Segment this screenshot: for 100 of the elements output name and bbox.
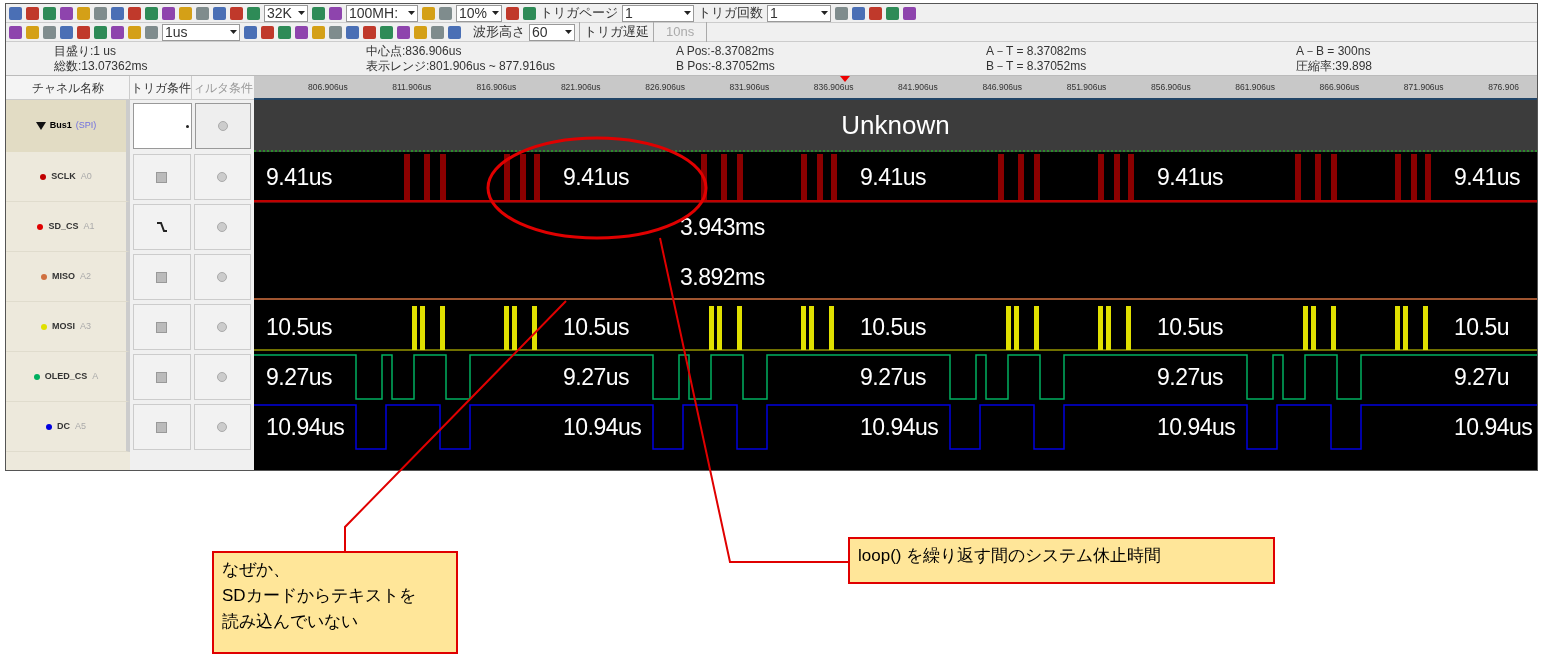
filter-cell[interactable]: [193, 304, 251, 350]
dropdown[interactable]: 100MH:: [346, 4, 418, 22]
trigger-delay-label: トリガ遅延: [579, 22, 649, 42]
filter-cell[interactable]: [193, 154, 251, 200]
toolbar-icon[interactable]: [9, 6, 22, 20]
dropdown[interactable]: 1: [622, 4, 694, 22]
dropdown[interactable]: 32K: [264, 4, 308, 22]
ruler-tick-label: 821.906us: [560, 81, 602, 95]
toolbar-icon[interactable]: [869, 6, 882, 20]
dropdown[interactable]: 10%: [456, 4, 502, 22]
toolbar-icon[interactable]: [94, 6, 107, 20]
measurement-label: 10.5us: [266, 312, 334, 342]
measurement-label: 9.27us: [1157, 362, 1225, 392]
measurement-label: 9.27us: [860, 362, 928, 392]
filter-cell[interactable]: [193, 404, 251, 450]
toolbar-icon[interactable]: [506, 6, 519, 20]
toolbar-label: トリガページ: [540, 4, 618, 23]
dropdown[interactable]: 1: [767, 4, 831, 22]
column-header: トリガ条件: [130, 76, 192, 99]
toolbar-icon[interactable]: [363, 25, 376, 39]
bus-decode-text: Unknown: [841, 108, 950, 142]
toolbar-icon[interactable]: [903, 6, 916, 20]
expand-triangle-icon[interactable]: [35, 121, 46, 131]
toolbar-icon[interactable]: [162, 6, 175, 20]
marker-triangle-icon[interactable]: [840, 76, 850, 82]
toolbar-icon[interactable]: [247, 6, 260, 20]
toolbar-icon[interactable]: [380, 25, 393, 39]
any-level-icon[interactable]: [156, 321, 168, 333]
ruler-tick-label: 866.906us: [1319, 81, 1361, 95]
filter-dropdown[interactable]: [194, 103, 251, 149]
measurement-label: 9.41us: [563, 162, 631, 192]
measurement-label: 10.94us: [266, 412, 346, 442]
info-text: 表示レンジ:801.906us ~ 877.916us: [366, 58, 557, 74]
falling-edge-icon[interactable]: [155, 221, 168, 233]
toolbar-icon[interactable]: [213, 6, 226, 20]
toolbar-icon[interactable]: [852, 6, 865, 20]
toolbar-icon[interactable]: [43, 6, 56, 20]
filter-icon: [217, 172, 228, 182]
toolbar-icon[interactable]: [128, 6, 141, 20]
toolbar-icon[interactable]: [60, 6, 73, 20]
dropdown[interactable]: 1us: [162, 23, 240, 41]
trigger-cell[interactable]: [133, 204, 191, 250]
channel-name: SD_CS: [48, 219, 79, 233]
toolbar-icon[interactable]: [439, 6, 452, 20]
toolbar-icon[interactable]: [261, 25, 274, 39]
measurement-label: 9.41us: [1157, 162, 1225, 192]
trigger-cell[interactable]: [133, 154, 191, 200]
any-level-icon[interactable]: [156, 421, 168, 433]
any-level-icon[interactable]: [156, 171, 168, 183]
filter-cell[interactable]: [193, 354, 251, 400]
channel-name: SCLK: [51, 169, 76, 183]
measurement-label: 10.5us: [563, 312, 631, 342]
info-text: 中心点:836.906us: [366, 43, 463, 59]
toolbar-icon[interactable]: [26, 6, 39, 20]
toolbar-icon[interactable]: [196, 6, 209, 20]
toolbar-icon[interactable]: [77, 25, 90, 39]
toolbar-icon[interactable]: [145, 6, 158, 20]
toolbar-icon[interactable]: [523, 6, 536, 20]
info-text: A Pos:-8.37082ms: [676, 43, 776, 59]
trigger-cell[interactable]: [133, 254, 191, 300]
trigger-cell[interactable]: [133, 354, 191, 400]
toolbar-icon[interactable]: [111, 25, 124, 39]
ruler-tick-label: 871.906us: [1403, 81, 1445, 95]
measurement-label: 10.5u: [1454, 312, 1510, 342]
caret-icon: [565, 30, 572, 34]
dropdown[interactable]: 60: [529, 23, 575, 41]
toolbar-icon[interactable]: [329, 6, 342, 20]
toolbar-icon[interactable]: [886, 6, 899, 20]
toolbar-icon[interactable]: [43, 25, 56, 39]
bus-label[interactable]: Bus1 (SPI): [6, 100, 130, 152]
toolbar-icon[interactable]: [244, 25, 257, 39]
caret-icon: [821, 11, 828, 15]
measurement-label: 10.94us: [563, 412, 643, 442]
any-level-icon[interactable]: [156, 271, 168, 283]
trigger-cell[interactable]: [133, 304, 191, 350]
toolbar-icon[interactable]: [346, 25, 359, 39]
any-level-icon[interactable]: [156, 371, 168, 383]
filter-cell[interactable]: [193, 254, 251, 300]
toolbar-icon[interactable]: [312, 6, 325, 20]
toolbar-icon[interactable]: [431, 25, 444, 39]
toolbar-icon[interactable]: [835, 6, 848, 20]
filter-cell[interactable]: [193, 204, 251, 250]
toolbar-icon[interactable]: [278, 25, 291, 39]
trigger-cell[interactable]: [133, 404, 191, 450]
toolbar-icon[interactable]: [60, 25, 73, 39]
toolbar-icon[interactable]: [448, 25, 461, 39]
toolbar-icon[interactable]: [230, 6, 243, 20]
caret-icon: [230, 30, 237, 34]
toolbar-icon[interactable]: [111, 6, 124, 20]
trigger-dropdown[interactable]: [133, 103, 192, 149]
toolbar-icon[interactable]: [145, 25, 158, 39]
filter-icon: [217, 372, 228, 382]
toolbar-icon[interactable]: [9, 25, 22, 39]
measurement-label: 3.943ms: [680, 212, 765, 242]
channel-name: MOSI: [52, 319, 75, 333]
toolbar-icon[interactable]: [397, 25, 410, 39]
toolbar-icon[interactable]: [295, 25, 308, 39]
toolbar-icon[interactable]: [94, 25, 107, 39]
measurement-label: 9.27us: [563, 362, 631, 392]
toolbar-icon[interactable]: [329, 25, 342, 39]
